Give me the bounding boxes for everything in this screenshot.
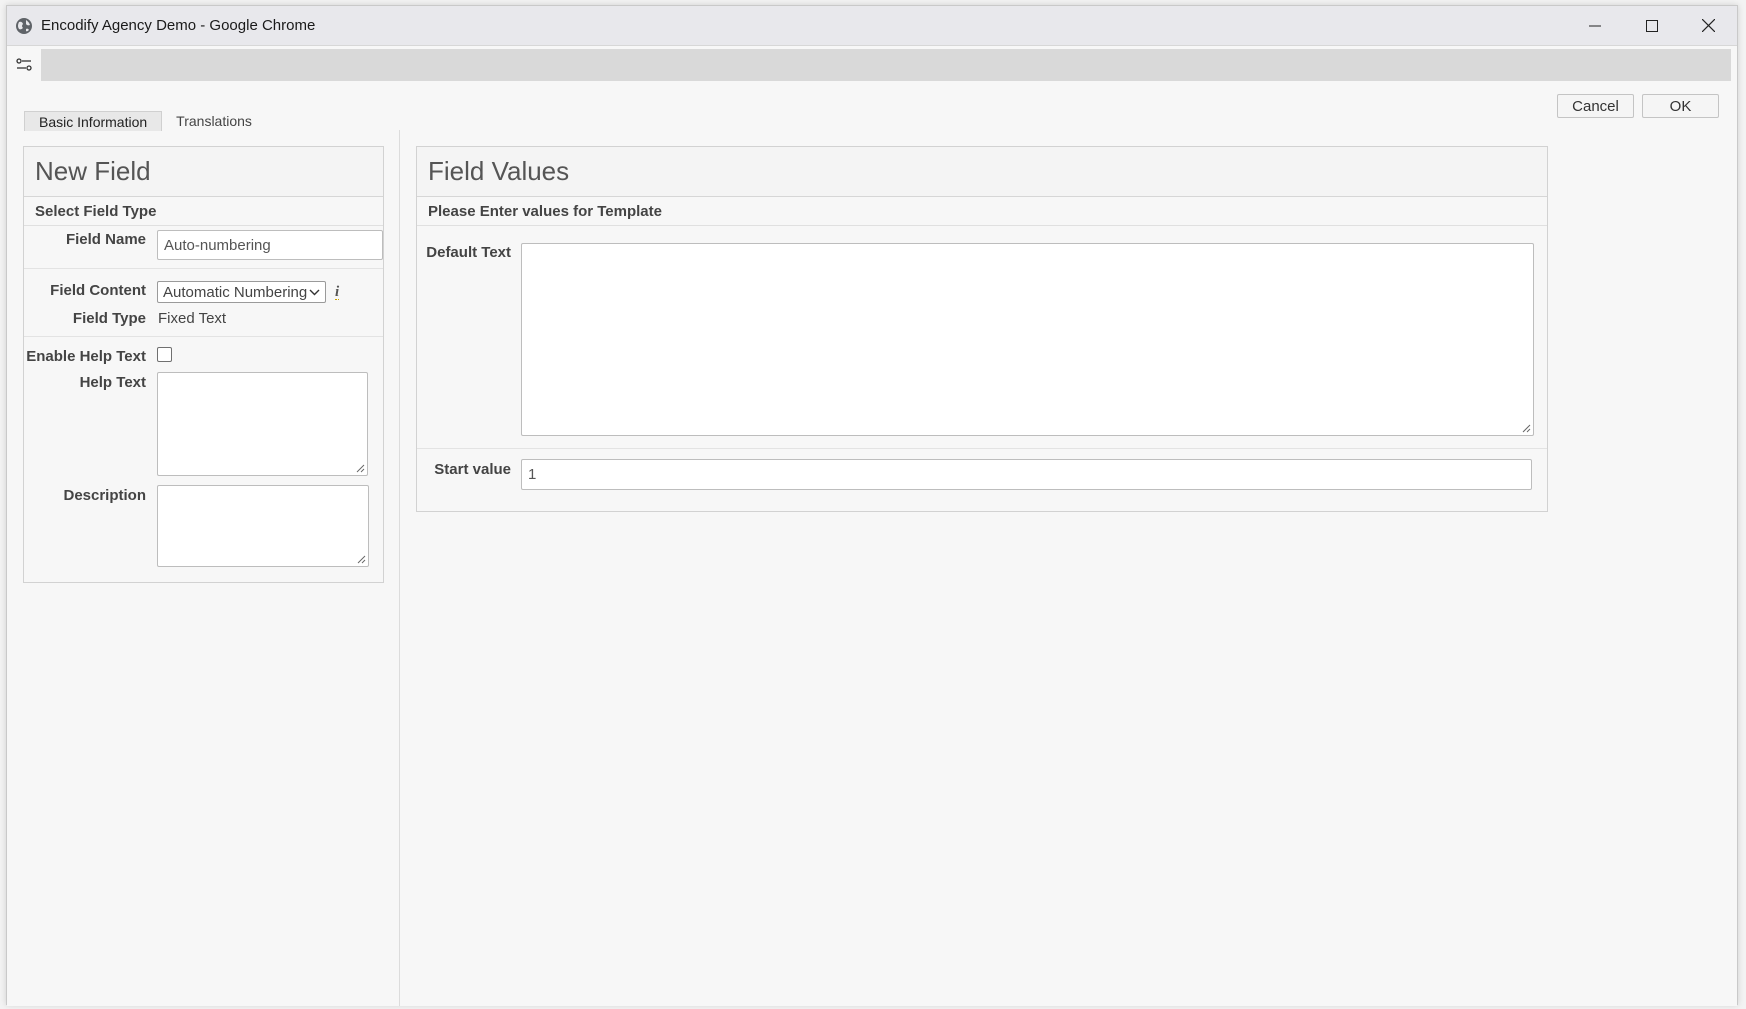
divider (24, 268, 383, 269)
address-bar-row (7, 45, 1737, 83)
tune-icon (16, 57, 32, 71)
column-divider (399, 130, 400, 1006)
field-name-label: Field Name (65, 231, 146, 248)
description-textarea[interactable] (157, 485, 369, 567)
close-button[interactable] (1680, 6, 1737, 45)
divider (417, 448, 1547, 449)
dialog-content: Cancel OK Basic Information Translations… (7, 84, 1737, 1006)
globe-icon (16, 17, 32, 34)
cancel-button[interactable]: Cancel (1557, 94, 1634, 118)
ok-button[interactable]: OK (1642, 94, 1719, 118)
resize-grip-icon[interactable] (356, 464, 365, 473)
title-bar: Encodify Agency Demo - Google Chrome (7, 6, 1737, 45)
window-title: Encodify Agency Demo - Google Chrome (41, 17, 316, 34)
resize-grip-icon[interactable] (357, 555, 366, 564)
start-value-input[interactable]: 1 (521, 459, 1532, 490)
site-settings-button[interactable] (7, 46, 41, 84)
minimize-button[interactable] (1566, 6, 1623, 45)
default-text-label: Default Text (426, 244, 511, 261)
help-text-label: Help Text (79, 374, 146, 391)
close-icon (1702, 19, 1715, 32)
panel-title: Field Values (417, 147, 1547, 197)
minimize-icon (1588, 25, 1601, 26)
field-type-value: Fixed Text (158, 310, 227, 327)
maximize-button[interactable] (1623, 6, 1680, 45)
field-values-panel: Field Values Please Enter values for Tem… (416, 146, 1548, 512)
help-text-textarea[interactable] (157, 372, 368, 476)
tab-translations[interactable]: Translations (162, 111, 266, 131)
info-icon[interactable]: i (335, 285, 340, 300)
tab-bar: Basic Information Translations (24, 111, 266, 131)
divider (24, 336, 383, 337)
new-field-panel: New Field Select Field Type Field Name A… (23, 146, 384, 583)
panel-subtitle: Please Enter values for Template (417, 197, 1547, 226)
field-content-select[interactable]: Automatic Numbering (157, 281, 326, 303)
chevron-down-icon (309, 289, 320, 296)
window-controls (1566, 6, 1737, 45)
field-name-input[interactable]: Auto-numbering (157, 230, 383, 260)
browser-window: Encodify Agency Demo - Google Chrome Can… (6, 5, 1738, 1006)
address-bar[interactable] (41, 48, 1731, 81)
start-value-label: Start value (434, 461, 511, 478)
field-content-label: Field Content (50, 282, 146, 299)
field-type-label: Field Type (72, 310, 146, 327)
default-text-textarea[interactable] (521, 243, 1534, 436)
tab-basic-information[interactable]: Basic Information (24, 111, 163, 131)
description-label: Description (63, 487, 146, 504)
field-content-selected: Automatic Numbering (163, 283, 308, 301)
maximize-icon (1645, 19, 1658, 32)
panel-subtitle: Select Field Type (24, 197, 383, 226)
resize-grip-icon[interactable] (1522, 424, 1531, 433)
enable-help-text-checkbox[interactable] (157, 347, 172, 362)
panel-title: New Field (24, 147, 383, 197)
enable-help-text-label: Enable Help Text (26, 348, 146, 365)
dialog-actions: Cancel OK (1557, 94, 1719, 118)
